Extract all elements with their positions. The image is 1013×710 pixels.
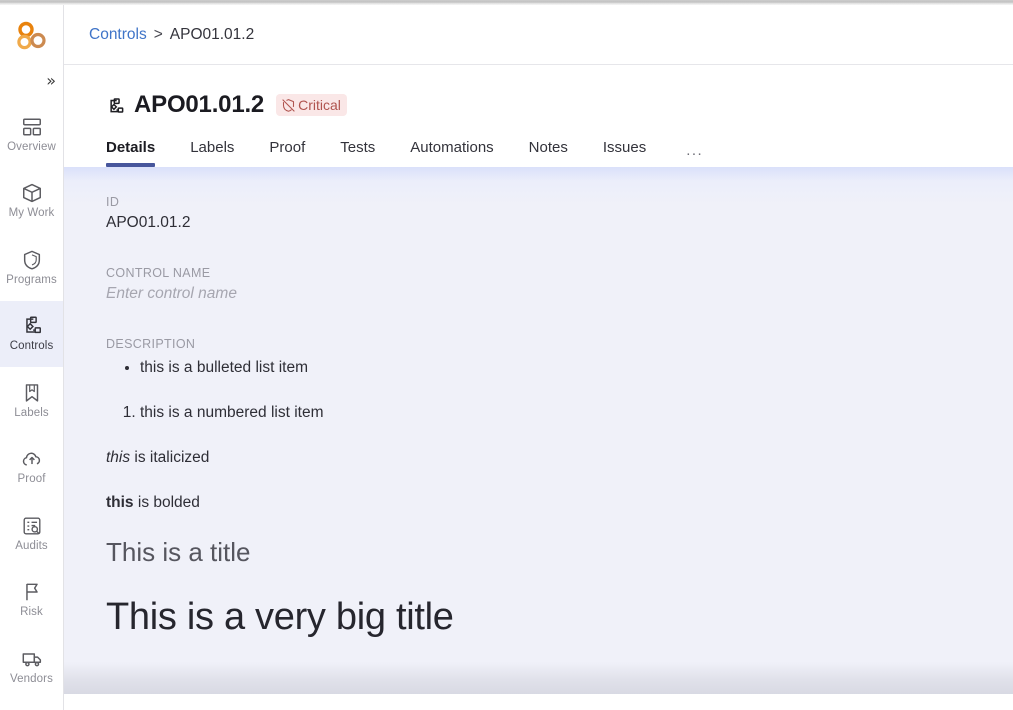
page-header: APO01.01.2 Critical bbox=[64, 65, 1013, 119]
shield-off-icon bbox=[282, 98, 295, 112]
main-panel: Controls > APO01.01.2 APO01.01.2 Critica… bbox=[64, 5, 1013, 710]
tab-issues[interactable]: Issues bbox=[603, 139, 646, 167]
page-title: APO01.01.2 bbox=[134, 91, 265, 118]
status-badge-label: Critical bbox=[298, 97, 341, 113]
sidebar-item-programs[interactable]: Programs bbox=[0, 234, 63, 301]
breadcrumb: Controls > APO01.01.2 bbox=[64, 5, 1013, 65]
status-badge[interactable]: Critical bbox=[276, 94, 347, 116]
sidebar-item-label: My Work bbox=[8, 207, 55, 219]
sidebar-item-risk[interactable]: Risk bbox=[0, 567, 63, 634]
sidebar-item-audits[interactable]: Audits bbox=[0, 500, 63, 567]
three-circles-logo-icon bbox=[16, 21, 46, 50]
breadcrumb-separator: > bbox=[153, 25, 163, 43]
field-value-id[interactable]: APO01.01.2 bbox=[106, 214, 1013, 232]
field-label: CONTROL NAME bbox=[106, 266, 211, 280]
field-id: ID APO01.01.2 bbox=[106, 195, 1013, 232]
description-italic-line: this is italicized bbox=[106, 447, 1013, 469]
bold-text: this bbox=[106, 494, 134, 512]
sidebar-item-label: Vendors bbox=[10, 672, 53, 685]
tab-automations[interactable]: Automations bbox=[410, 139, 493, 167]
tab-notes[interactable]: Notes bbox=[529, 139, 568, 167]
truck-icon bbox=[21, 648, 43, 670]
sidebar-item-label: Risk bbox=[20, 606, 43, 618]
sidebar-item-proof[interactable]: Proof bbox=[0, 434, 63, 501]
sidebar-item-overview[interactable]: Overview bbox=[0, 101, 63, 168]
flag-icon bbox=[21, 581, 43, 603]
control-name-input[interactable]: Enter control name bbox=[106, 285, 1013, 303]
tab-bar: Details Labels Proof Tests Automations N… bbox=[64, 119, 1013, 167]
app-root: » Overview My Work Programs Controls Lab… bbox=[0, 0, 1013, 710]
sidebar-item-label: Proof bbox=[17, 473, 46, 485]
sitemap-icon bbox=[21, 315, 43, 337]
sitemap-icon bbox=[106, 97, 125, 116]
tab-proof[interactable]: Proof bbox=[269, 139, 305, 167]
bookmark-icon bbox=[21, 382, 43, 404]
italic-text: this bbox=[106, 448, 131, 466]
breadcrumb-link-controls[interactable]: Controls bbox=[89, 26, 147, 44]
sidebar-item-label: Overview bbox=[7, 140, 56, 153]
sidebar-item-controls[interactable]: Controls bbox=[0, 300, 63, 367]
breadcrumb-current: APO01.01.2 bbox=[169, 25, 255, 43]
box-icon bbox=[21, 182, 43, 204]
sidebar-item-labels[interactable]: Labels bbox=[0, 367, 63, 434]
sidebar-item-label: Labels bbox=[14, 406, 49, 419]
app-logo[interactable] bbox=[0, 5, 63, 61]
expand-sidebar-chevron-icon[interactable]: » bbox=[46, 73, 56, 89]
sidebar-collapse-row: » bbox=[0, 61, 63, 101]
tab-details[interactable]: Details bbox=[106, 139, 156, 167]
dashboard-icon bbox=[21, 116, 43, 138]
description-editor[interactable]: this is a bulleted list item this is a n… bbox=[106, 356, 1013, 639]
bold-line-rest: is bolded bbox=[133, 494, 200, 512]
tab-tests[interactable]: Tests bbox=[340, 139, 375, 167]
description-big-title: This is a very big title bbox=[106, 595, 454, 638]
sidebar-item-label: Controls bbox=[9, 340, 54, 352]
description-title: This is a title bbox=[106, 536, 251, 567]
list-item: this is a bulleted list item bbox=[140, 356, 1013, 379]
italic-line-rest: is italicized bbox=[130, 448, 210, 466]
field-description: DESCRIPTION this is a bulleted list item… bbox=[106, 337, 1013, 639]
field-label: ID bbox=[106, 195, 120, 209]
field-control-name: CONTROL NAME Enter control name bbox=[106, 266, 1013, 303]
sidebar: » Overview My Work Programs Controls Lab… bbox=[0, 5, 64, 710]
sidebar-item-my-work[interactable]: My Work bbox=[0, 168, 63, 235]
sidebar-item-label: Programs bbox=[6, 273, 57, 286]
shield-icon bbox=[21, 249, 43, 271]
description-bold-line: this is bolded bbox=[106, 492, 1013, 514]
tab-labels[interactable]: Labels bbox=[190, 139, 234, 167]
sidebar-item-label: Audits bbox=[15, 539, 48, 552]
cloud-upload-icon bbox=[21, 448, 43, 470]
tab-overflow-button[interactable]: ... bbox=[686, 142, 703, 167]
description-numbered-list: this is a numbered list item bbox=[106, 401, 1013, 424]
field-label: DESCRIPTION bbox=[106, 337, 196, 351]
sidebar-item-vendors[interactable]: Vendors bbox=[0, 633, 63, 700]
details-panel: ID APO01.01.2 CONTROL NAME Enter control… bbox=[64, 167, 1013, 694]
description-bulleted-list: this is a bulleted list item bbox=[106, 356, 1013, 379]
list-item: this is a numbered list item bbox=[140, 401, 1013, 424]
audit-search-icon bbox=[21, 515, 43, 537]
